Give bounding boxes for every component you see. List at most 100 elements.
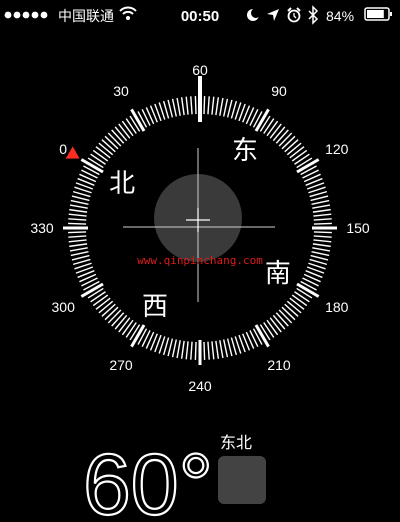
- heading-direction: 东北: [220, 433, 252, 452]
- cardinal-east: 东: [232, 136, 258, 166]
- minor-tick: [286, 300, 302, 314]
- minor-tick: [104, 135, 119, 150]
- minor-tick: [215, 340, 220, 359]
- status-time: 00:50: [181, 8, 219, 25]
- minor-tick: [203, 96, 206, 115]
- minor-tick: [269, 123, 282, 139]
- minor-tick: [278, 309, 293, 324]
- degree-label: 60: [192, 62, 208, 78]
- minor-tick: [190, 341, 193, 360]
- minor-tick: [71, 195, 90, 202]
- heading-readout: 60° 东北: [82, 433, 266, 522]
- minor-tick: [275, 312, 289, 327]
- minor-tick: [313, 231, 332, 234]
- minor-tick: [272, 126, 286, 142]
- minor-tick: [203, 341, 206, 360]
- minor-tick: [72, 190, 91, 198]
- degree-label: 150: [346, 220, 370, 236]
- cardinal-west: 西: [142, 292, 168, 322]
- minor-tick: [226, 99, 233, 118]
- minor-tick: [90, 291, 106, 303]
- minor-tick: [185, 96, 189, 115]
- minor-tick: [90, 153, 106, 165]
- minor-tick: [125, 322, 137, 338]
- minor-tick: [190, 96, 193, 115]
- minor-tick: [68, 218, 87, 221]
- minor-tick: [114, 314, 128, 330]
- degree-label: 30: [113, 83, 129, 99]
- degree-label: 90: [271, 83, 287, 99]
- minor-tick: [92, 294, 109, 307]
- minor-tick: [107, 309, 122, 324]
- minor-tick: [230, 100, 238, 119]
- minor-tick: [211, 96, 215, 115]
- carrier-name: 中国联通: [58, 8, 114, 24]
- minor-tick: [111, 312, 125, 327]
- minor-tick: [69, 208, 88, 213]
- moon-icon: [247, 8, 261, 21]
- minor-tick: [275, 129, 289, 144]
- minor-tick: [121, 120, 134, 137]
- minor-tick: [162, 100, 170, 119]
- minor-tick: [207, 96, 210, 115]
- minor-tick: [167, 338, 174, 357]
- compass-dial[interactable]: 0 30 60 90 120 150 180 210 240 270 300 330 北 东南西 www…: [0, 30, 400, 430]
- minor-tick: [107, 132, 122, 147]
- minor-tick: [71, 254, 90, 261]
- minor-tick: [104, 306, 119, 321]
- north-indicator-icon: [65, 146, 80, 159]
- minor-tick: [114, 126, 128, 142]
- minor-tick: [263, 118, 275, 134]
- minor-tick: [313, 218, 332, 221]
- status-bar: 中国联通 00:50 84%: [4, 5, 392, 25]
- minor-tick: [291, 294, 308, 307]
- cardinal-north: 北: [109, 169, 135, 199]
- minor-tick: [294, 153, 310, 165]
- minor-tick: [223, 339, 229, 358]
- minor-tick: [68, 235, 87, 238]
- minor-tick: [70, 251, 89, 257]
- degree-label: 210: [267, 357, 291, 373]
- degree-label: 330: [30, 220, 54, 236]
- minor-tick: [309, 190, 328, 198]
- minor-tick: [313, 235, 332, 238]
- degree-label: 120: [325, 141, 349, 157]
- battery-icon: [364, 7, 392, 21]
- minor-tick: [226, 338, 233, 357]
- minor-tick: [266, 319, 279, 336]
- minor-tick: [118, 123, 131, 139]
- minor-tick: [118, 317, 131, 333]
- minor-tick: [312, 247, 331, 252]
- minor-tick: [176, 340, 181, 359]
- minor-tick: [69, 204, 88, 209]
- minor-tick: [68, 231, 87, 234]
- minor-tick: [92, 149, 109, 162]
- minor-tick: [278, 132, 293, 147]
- minor-tick: [269, 317, 282, 333]
- minor-tick: [281, 135, 296, 150]
- minor-tick: [101, 139, 116, 153]
- minor-tick: [211, 341, 215, 360]
- location-arrow-icon: [267, 9, 279, 21]
- minor-tick: [98, 300, 114, 314]
- minor-tick: [272, 314, 286, 330]
- minor-tick: [72, 258, 91, 266]
- minor-tick: [284, 139, 299, 153]
- minor-tick: [313, 213, 332, 217]
- minor-tick: [312, 204, 331, 209]
- minor-tick: [180, 340, 185, 359]
- minor-tick: [313, 222, 332, 225]
- minor-tick: [312, 208, 331, 213]
- minor-tick: [68, 213, 87, 217]
- signal-dots-icon: [4, 11, 48, 19]
- minor-tick: [68, 222, 87, 225]
- minor-tick: [284, 303, 299, 317]
- minor-tick: [310, 195, 329, 202]
- minor-tick: [219, 340, 224, 359]
- minor-tick: [281, 306, 296, 321]
- battery-percent: 84%: [326, 8, 354, 24]
- minor-tick: [215, 97, 220, 116]
- minor-tick: [223, 98, 229, 117]
- minor-tick: [313, 239, 332, 243]
- minor-tick: [207, 341, 210, 360]
